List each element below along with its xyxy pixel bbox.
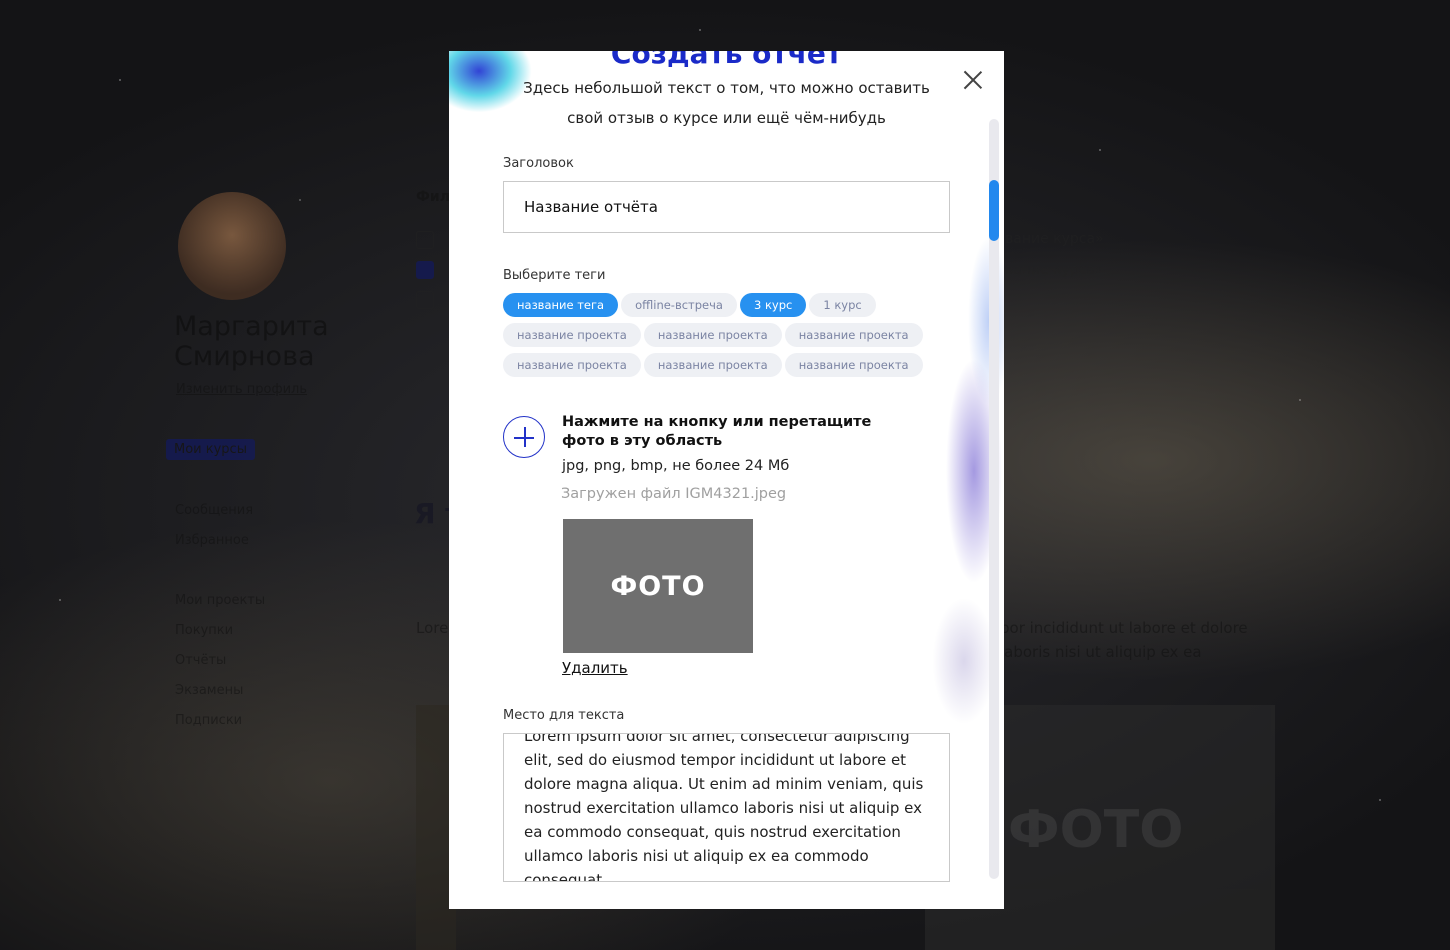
tag-chip[interactable]: название проекта — [503, 353, 641, 377]
delete-photo-link[interactable]: Удалить — [562, 659, 628, 677]
photo-placeholder-label: ФОТО — [610, 570, 706, 602]
create-report-modal: Создать отчет Здесь небольшой текст о то… — [449, 51, 1004, 909]
profile-name: Маргарита Смирнова — [174, 311, 329, 372]
photo-preview: ФОТО — [563, 519, 753, 653]
modal-title: Создать отчет — [610, 51, 843, 70]
avatar — [178, 192, 286, 300]
tag-chip[interactable]: название проекта — [643, 323, 782, 347]
upload-title: Нажмите на кнопку или перетащите фото в … — [562, 414, 872, 449]
report-text-area[interactable]: Lorem ipsum dolor sit amet, consectetur … — [503, 733, 950, 882]
modal-subtitle: Здесь небольшой текст о том, что можно о… — [523, 79, 930, 127]
sidebar-item-subscriptions[interactable]: Подписки — [175, 713, 242, 728]
text-label: Место для текста — [503, 708, 625, 723]
filter-title: Фил — [416, 189, 450, 205]
course-text: вание курса» — [1005, 231, 1104, 247]
add-photo-icon[interactable] — [503, 416, 545, 458]
course-text: вание курса» — [1005, 262, 1104, 278]
tag-chip[interactable]: название проекта — [503, 323, 641, 347]
tags-label: Выберите теги — [503, 268, 606, 283]
tag-chip[interactable]: 3 курс — [739, 293, 807, 317]
filter-checkbox[interactable] — [416, 231, 434, 249]
scrollbar-thumb[interactable] — [989, 180, 999, 241]
report-text: Lorem ipsum dolor sit amet, consectetur … — [524, 733, 924, 882]
uploaded-file-name: Загружен файл IGM4321.jpeg — [561, 486, 787, 502]
tag-chip[interactable]: название проекта — [784, 323, 923, 347]
edit-profile-link[interactable]: Изменить профиль — [176, 382, 307, 397]
sidebar-item-projects[interactable]: Мои проекты — [175, 593, 265, 608]
tag-list: название тега offline-встреча 3 курс 1 курс… — [503, 293, 943, 383]
sidebar-item-my-courses[interactable]: Мои курсы — [166, 439, 255, 460]
tag-chip[interactable]: название проекта — [643, 353, 782, 377]
tag-chip[interactable]: offline-встреча — [621, 293, 737, 317]
sidebar-item-purchases[interactable]: Покупки — [175, 623, 233, 638]
tag-chip[interactable]: 1 курс — [809, 293, 876, 317]
sidebar-item-favorites[interactable]: Избранное — [175, 533, 249, 548]
tag-chip[interactable]: название проекта — [784, 353, 923, 377]
upload-note: jpg, png, bmp, не более 24 Мб — [562, 458, 790, 474]
tag-chip[interactable]: название тега — [503, 293, 619, 317]
filter-checkbox[interactable] — [416, 291, 434, 309]
sidebar-item-reports[interactable]: Отчёты — [175, 653, 226, 668]
heading-input[interactable] — [503, 181, 950, 233]
sidebar-item-messages[interactable]: Сообщения — [175, 503, 253, 518]
filter-checkbox[interactable] — [416, 261, 434, 279]
photo-label: ФОТО — [1008, 800, 1184, 860]
sidebar-item-exams[interactable]: Экзамены — [175, 683, 243, 698]
close-icon[interactable] — [962, 69, 984, 91]
report-text-right: por incididunt ut labore et dolore labor… — [1000, 619, 1248, 661]
heading-label: Заголовок — [503, 156, 574, 171]
